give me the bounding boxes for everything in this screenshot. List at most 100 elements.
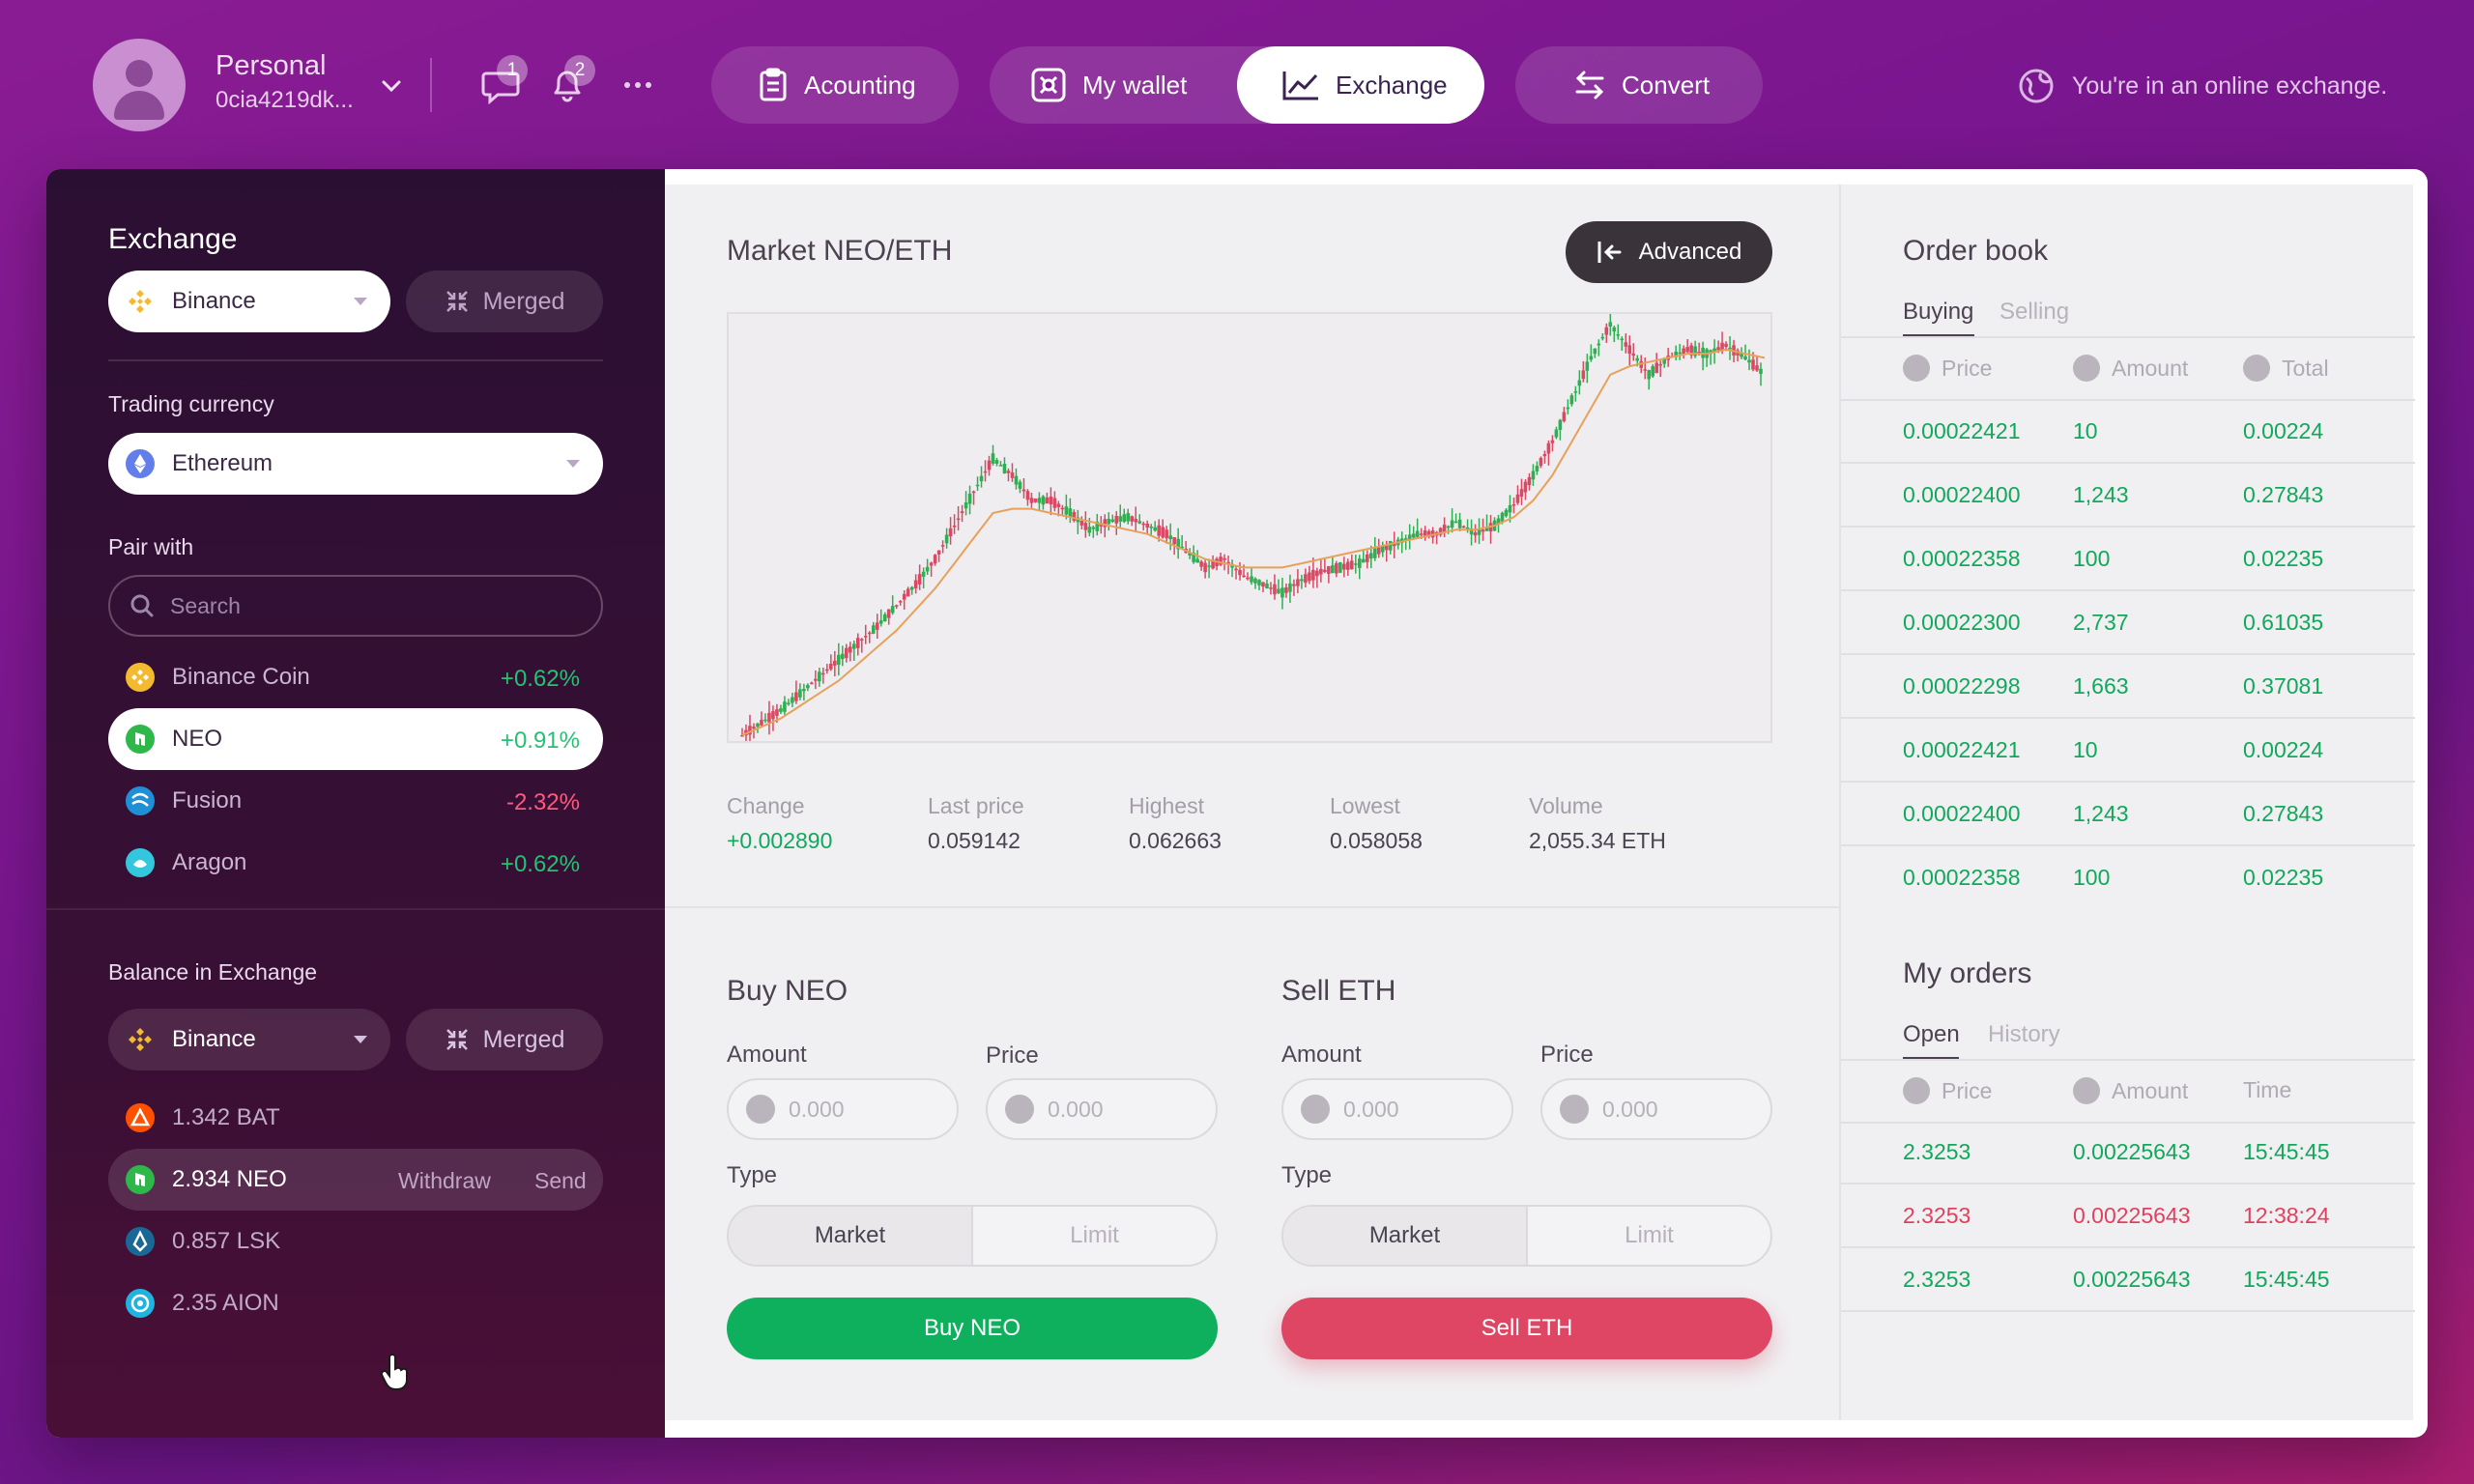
balance-item-lsk[interactable]: 0.857 LSK	[108, 1211, 603, 1272]
candle-body	[917, 574, 922, 585]
candle-body	[1624, 342, 1628, 347]
chevron-down-icon[interactable]	[381, 75, 402, 97]
candle-body	[1280, 587, 1284, 598]
candle-body	[1535, 466, 1539, 471]
divider	[1841, 1246, 2415, 1248]
table-row[interactable]: 0.00022400 1,243 0.27843	[1841, 482, 2415, 521]
table-row[interactable]: 0.00022300 2,737 0.61035	[1841, 610, 2415, 648]
aion-icon	[126, 1289, 155, 1318]
candle-body	[841, 653, 845, 660]
pair-item-neo[interactable]: NEO +0.91%	[108, 708, 603, 770]
tab-selling[interactable]: Selling	[1999, 299, 2069, 326]
candle-body	[1157, 525, 1161, 536]
pair-search-input[interactable]: Search	[108, 575, 603, 637]
candle-body	[821, 672, 825, 675]
table-cell: 0.02235	[2243, 865, 2324, 890]
candle-body	[1261, 582, 1265, 587]
table-row[interactable]: 0.00022358 100 0.02235	[1841, 865, 2415, 903]
candle-body	[1327, 566, 1331, 574]
account-name[interactable]: Personal	[216, 50, 326, 82]
balance-item-aion[interactable]: 2.35 AION	[108, 1272, 603, 1334]
pair-item-aragon[interactable]: Aragon +0.62%	[108, 832, 603, 894]
ethereum-icon	[126, 449, 155, 478]
more-icon[interactable]	[623, 77, 652, 93]
table-row[interactable]: 0.00022358 100 0.02235	[1841, 546, 2415, 585]
col-amount-label: Amount	[2112, 1077, 2189, 1103]
candle-body	[906, 588, 910, 597]
price-chart[interactable]	[727, 312, 1772, 743]
divider	[108, 359, 603, 361]
candle-body	[936, 550, 941, 555]
send-button[interactable]: Send	[534, 1168, 587, 1194]
candle-body	[1627, 345, 1632, 355]
buy-button[interactable]: Buy NEO	[727, 1298, 1218, 1359]
tab-buying[interactable]: Buying	[1903, 299, 1973, 326]
table-cell: 1,243	[2073, 801, 2129, 826]
candle-body	[1372, 548, 1377, 558]
col-time-label: Time	[2243, 1077, 2292, 1102]
collapse-left-icon	[1597, 242, 1622, 263]
clipboard-icon	[760, 68, 787, 101]
balance-exchange-select[interactable]: Binance	[108, 1009, 390, 1070]
exchange-select[interactable]: Binance	[108, 271, 390, 332]
order-row[interactable]: 2.3253 0.00225643 15:45:45	[1841, 1139, 2415, 1178]
balance-merged-button[interactable]: Merged	[406, 1009, 603, 1070]
candle-body	[875, 622, 879, 630]
merged-button[interactable]: Merged	[406, 271, 603, 332]
tab-history[interactable]: History	[1988, 1021, 2060, 1048]
candle-body	[1253, 578, 1257, 584]
candle-body	[1056, 503, 1061, 507]
nav-wallet[interactable]: My wallet	[1030, 67, 1187, 103]
binance-coin-icon	[126, 663, 155, 692]
table-row[interactable]: 0.00022421 10 0.00224	[1841, 737, 2415, 776]
table-row[interactable]: 0.00022298 1,663 0.37081	[1841, 673, 2415, 712]
buy-amount-input[interactable]: 0.000	[727, 1078, 959, 1140]
bat-icon	[126, 1103, 155, 1132]
candle-body	[1168, 535, 1172, 540]
buy-price-input[interactable]: 0.000	[986, 1078, 1218, 1140]
pair-item-fusion[interactable]: Fusion -2.32%	[108, 770, 603, 832]
candle-body	[1654, 362, 1659, 374]
nav-convert[interactable]: Convert	[1515, 46, 1763, 124]
col-amount-label: Amount	[2112, 355, 2189, 381]
avatar[interactable]	[93, 39, 186, 131]
neo-icon	[2073, 355, 2100, 382]
withdraw-button[interactable]: Withdraw	[398, 1168, 491, 1194]
market-panel: Market NEO/ETH Advanced Change +0.002890…	[665, 185, 1839, 1420]
order-row[interactable]: 2.3253 0.00225643 12:38:24	[1841, 1203, 2415, 1241]
table-row[interactable]: 0.00022400 1,243 0.27843	[1841, 801, 2415, 840]
table-row[interactable]: 0.00022421 10 0.00224	[1841, 418, 2415, 457]
trading-currency-select[interactable]: Ethereum	[108, 433, 603, 495]
balance-item-bat[interactable]: 1.342 BAT	[108, 1087, 603, 1149]
sell-market-option[interactable]: Market	[1283, 1207, 1528, 1265]
sell-amount-input[interactable]: 0.000	[1281, 1078, 1513, 1140]
nav-accounting[interactable]: Acounting	[711, 46, 959, 124]
candle-body	[1041, 496, 1046, 505]
sell-button[interactable]: Sell ETH	[1281, 1298, 1772, 1359]
candle-body	[1446, 526, 1451, 528]
sell-price-input[interactable]: 0.000	[1540, 1078, 1772, 1140]
col-amount: Amount	[2073, 1077, 2188, 1104]
candle-body	[829, 663, 833, 670]
tab-open[interactable]: Open	[1903, 1021, 1960, 1048]
candle-body	[1308, 572, 1311, 582]
table-cell: 0.00022400	[1903, 482, 2021, 507]
exchange-title: Exchange	[108, 223, 238, 255]
candle-body	[909, 586, 914, 590]
buy-market-option[interactable]: Market	[729, 1207, 973, 1265]
nav-exchange[interactable]: Exchange	[1237, 46, 1484, 124]
candle-body	[940, 545, 945, 547]
candle-body	[1558, 419, 1563, 430]
order-row[interactable]: 2.3253 0.00225643 15:45:45	[1841, 1267, 2415, 1305]
divider	[1841, 399, 2415, 401]
balance-item-neo[interactable]: 2.934 NEO Withdraw Send	[108, 1149, 603, 1211]
pair-item-binance-coin[interactable]: Binance Coin +0.62%	[108, 646, 603, 708]
candle-body	[1234, 568, 1238, 571]
buy-amount-label: Amount	[727, 1042, 807, 1068]
sell-limit-option[interactable]: Limit	[1528, 1207, 1770, 1265]
sell-title: Sell ETH	[1281, 975, 1396, 1007]
buy-limit-option[interactable]: Limit	[973, 1207, 1216, 1265]
candle-body	[1419, 533, 1424, 535]
balance-amount: 2.934 NEO	[172, 1166, 287, 1192]
advanced-button[interactable]: Advanced	[1566, 221, 1772, 283]
